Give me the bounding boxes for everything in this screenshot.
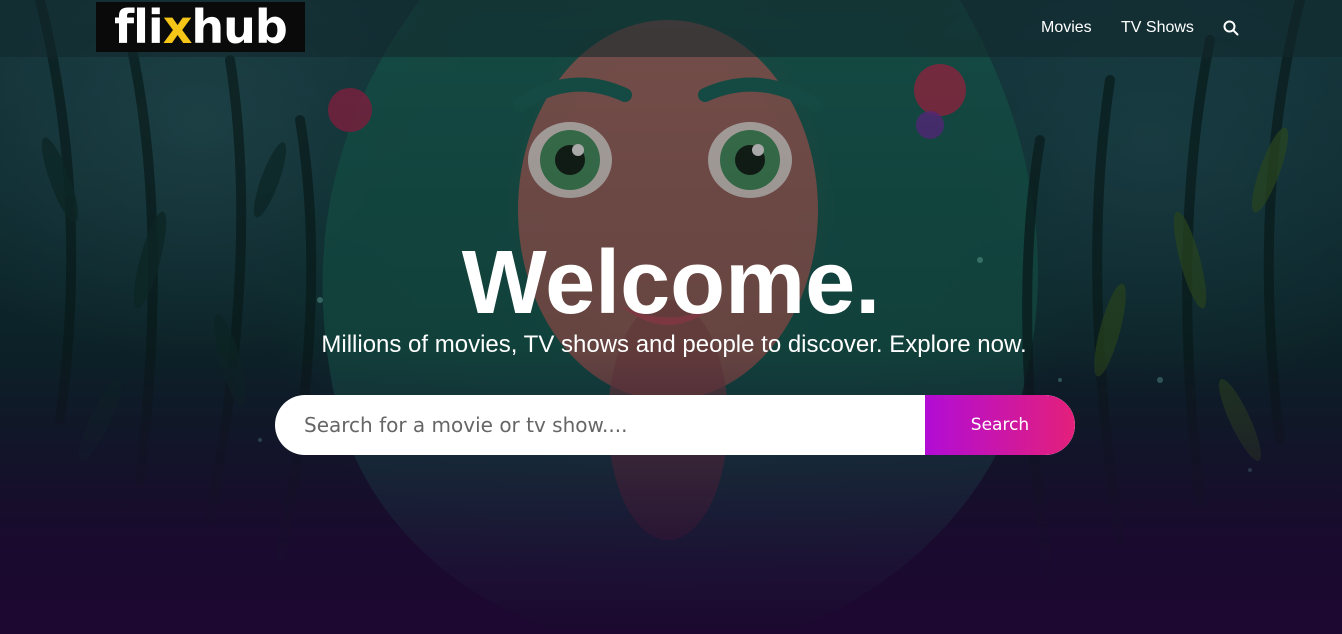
search-form: Search — [275, 395, 1075, 455]
logo-text-accent: x — [162, 0, 193, 54]
hero-subtitle: Millions of movies, TV shows and people … — [321, 331, 1027, 358]
logo-text-end: hub — [191, 0, 287, 54]
logo-text-main: fli — [114, 0, 164, 54]
site-header: fli x hub Movies TV Shows — [0, 0, 1342, 57]
nav-movies-link[interactable]: Movies — [1041, 19, 1092, 37]
search-icon[interactable] — [1223, 20, 1239, 36]
search-button[interactable]: Search — [925, 395, 1075, 455]
flixhub-logo[interactable]: fli x hub — [96, 2, 305, 52]
hero-title: Welcome. — [461, 233, 881, 333]
search-input[interactable] — [275, 395, 925, 455]
nav-tv-shows-link[interactable]: TV Shows — [1121, 19, 1194, 37]
